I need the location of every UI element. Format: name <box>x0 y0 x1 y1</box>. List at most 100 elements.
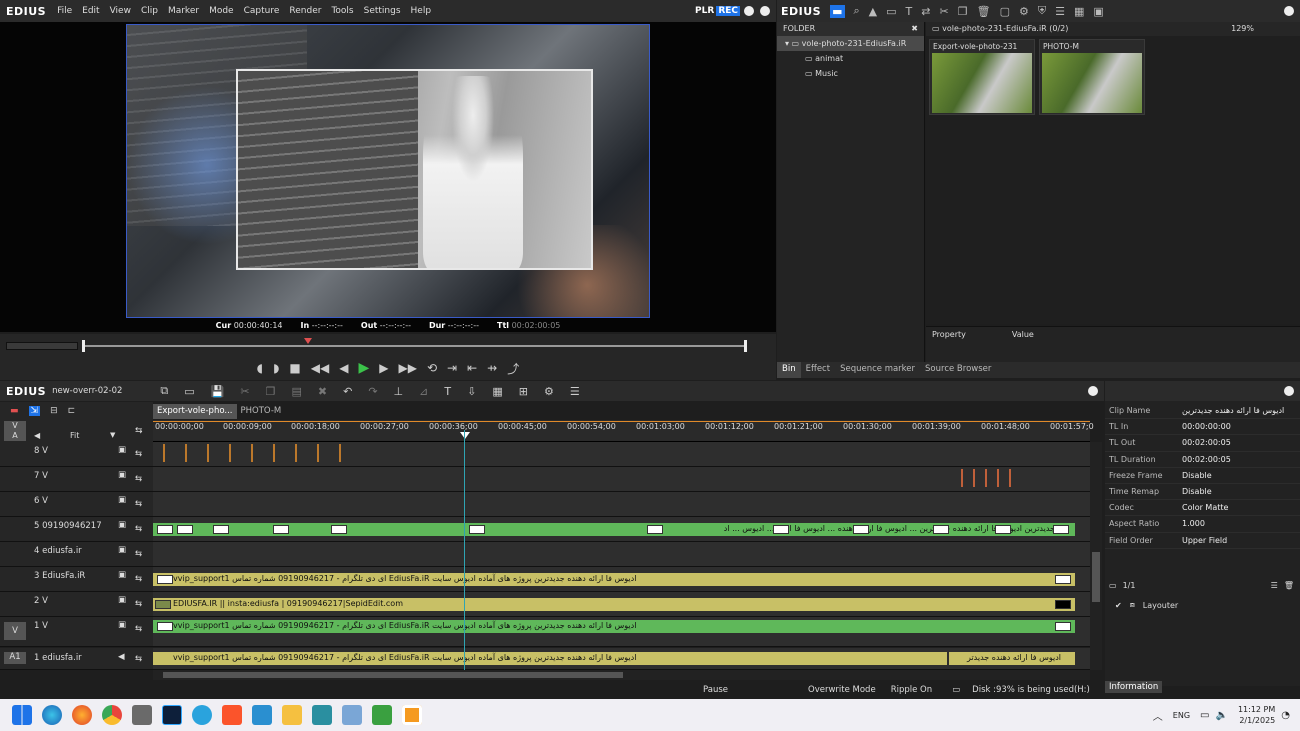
properties-icon[interactable]: ⚙ <box>1019 5 1029 18</box>
replace-icon[interactable]: ⇄ <box>921 5 930 18</box>
sync-icon[interactable]: ⇆ <box>135 574 142 584</box>
vertical-scrollbar[interactable] <box>1090 442 1102 670</box>
menu-clip[interactable]: Clip <box>136 6 163 16</box>
edius-taskbar-icon[interactable] <box>402 705 422 725</box>
clip-audio-b[interactable]: ادیوس فا ارائه دهنده جدیدتر <box>949 652 1075 665</box>
track-toggle-icon[interactable]: ▣ <box>118 470 126 480</box>
folder-view-icon[interactable]: ▬ <box>830 4 845 18</box>
render-icon[interactable]: ⇩ <box>467 385 476 398</box>
shield-icon[interactable]: ⛨ <box>1038 4 1046 18</box>
timeline-menu-icon[interactable]: ☰ <box>570 385 580 398</box>
info-close-icon[interactable] <box>1284 386 1294 396</box>
sync-icon[interactable]: ⇆ <box>135 524 142 534</box>
folder-item[interactable]: ▭ animat <box>777 51 924 66</box>
photos-icon[interactable] <box>342 705 362 725</box>
track-lane-8v[interactable] <box>153 442 1090 467</box>
stop-icon[interactable]: ■ <box>289 361 300 375</box>
track-header-6v[interactable]: 6 V ▣ ⇆ <box>0 492 153 517</box>
timeline-ruler[interactable]: 00:00:00;00 00:00:09;00 00:00:18;00 00:0… <box>153 420 1094 442</box>
paste-icon[interactable]: ▤ <box>291 385 301 398</box>
menu-capture[interactable]: Capture <box>239 6 285 16</box>
track-toggle-icon[interactable]: ▣ <box>118 570 126 580</box>
tab-source-browser[interactable]: Source Browser <box>920 362 996 378</box>
clip-green-title[interactable]: ادیوس فا ارائه دهنده جدیدترین پروژه های … <box>153 620 1075 633</box>
horizontal-scrollbar[interactable] <box>153 670 1090 680</box>
fast-forward-icon[interactable]: ▶▶ <box>398 361 416 375</box>
fit-left-icon[interactable]: ◀ <box>34 431 40 440</box>
display-icon[interactable]: ▢ <box>1000 5 1010 18</box>
save-icon[interactable]: 💾 <box>211 385 225 398</box>
firefox-icon[interactable] <box>72 705 92 725</box>
link-icon[interactable]: ⊟ <box>50 406 58 416</box>
clip-thumbnail[interactable]: Export-vole-photo-231 <box>929 39 1035 115</box>
seq-tab-photo[interactable]: PHOTO-M <box>237 404 286 419</box>
view-mode-icon[interactable]: ▦ <box>1074 5 1084 18</box>
track-header-5[interactable]: 5 09190946217 ▣ ⇆ <box>0 517 153 542</box>
trim-icon[interactable]: ⇸ <box>487 361 497 375</box>
menu-mode[interactable]: Mode <box>204 6 239 16</box>
position-bar[interactable] <box>82 345 746 347</box>
folder-item[interactable]: ▭ Music <box>777 66 924 81</box>
track-lane-a1[interactable]: ادیوس فا ارائه دهنده جدیدترین پروژه های … <box>153 648 1090 670</box>
ripple-icon[interactable]: ⊿ <box>419 385 428 398</box>
copy-icon[interactable]: ❐ <box>266 385 276 398</box>
layer-check-icon[interactable]: ✔ <box>1115 601 1122 610</box>
app-icon[interactable] <box>252 705 272 725</box>
menu-render[interactable]: Render <box>284 6 326 16</box>
title-icon[interactable]: T <box>444 385 451 398</box>
mixer-icon[interactable]: ▦ <box>492 385 502 398</box>
layer-delete-icon[interactable]: 🗑 <box>1284 581 1294 590</box>
tools-icon[interactable] <box>132 705 152 725</box>
rewind-icon[interactable]: ◀◀ <box>311 361 329 375</box>
status-overwrite[interactable]: Overwrite Mode <box>808 685 876 695</box>
fit-select[interactable]: Fit <box>70 431 79 440</box>
clip-audio-a[interactable]: ادیوس فا ارائه دهنده جدیدترین پروژه های … <box>153 652 947 665</box>
swap-icon[interactable]: ⇆ <box>135 426 143 436</box>
open-folder-icon[interactable]: ▭ <box>886 5 896 18</box>
track-lane-7v[interactable] <box>153 467 1090 492</box>
sync-icon[interactable]: ⇆ <box>135 449 142 459</box>
edge-icon[interactable] <box>42 705 62 725</box>
plr-label[interactable]: PLR <box>695 6 716 16</box>
menu-settings[interactable]: Settings <box>359 6 406 16</box>
redo-icon[interactable]: ↷ <box>368 385 377 398</box>
search-icon[interactable]: ⌕ <box>854 4 860 18</box>
status-ripple[interactable]: Ripple On <box>891 685 932 695</box>
up-folder-icon[interactable]: ▲ <box>869 5 877 18</box>
timeline-settings-icon[interactable]: ⚙ <box>544 385 554 398</box>
menu-file[interactable]: File <box>52 6 77 16</box>
jog-slider[interactable] <box>6 342 78 350</box>
tray-chevron-icon[interactable]: ︿ <box>1153 708 1163 723</box>
language-indicator[interactable]: ENG <box>1173 711 1190 720</box>
delete-icon[interactable]: ✖ <box>318 385 327 398</box>
export-icon[interactable]: ⤴ <box>507 360 519 377</box>
track-header-8v[interactable]: 8 V ▣ ⇆ <box>0 442 153 467</box>
track-lane-1v[interactable]: ادیوس فا ارائه دهنده جدیدترین پروژه های … <box>153 617 1090 647</box>
track-header-3[interactable]: 3 EdiusFa.iR ▣ ⇆ <box>0 567 153 592</box>
menu-marker[interactable]: Marker <box>163 6 204 16</box>
track-toggle-icon[interactable]: ▣ <box>118 520 126 530</box>
copy-icon[interactable]: ❐ <box>958 5 968 18</box>
loop-icon[interactable]: ⟲ <box>427 361 437 375</box>
telegram-icon[interactable] <box>192 705 212 725</box>
chrome-icon[interactable] <box>102 705 122 725</box>
sync-icon[interactable]: ⇆ <box>135 599 142 609</box>
group-icon[interactable]: ⊏ <box>68 406 76 416</box>
add-title-icon[interactable]: T <box>906 5 913 18</box>
close-icon[interactable] <box>760 6 770 16</box>
folder-root[interactable]: ▾ ▭ vole-photo-231-EdiusFa.iR <box>777 36 924 51</box>
set-in-icon[interactable]: ◖ <box>257 361 263 375</box>
track-lane-5[interactable]: جدیدترین ادیوس فا ارائه دهنده جدیدترین .… <box>153 517 1090 542</box>
snap-icon[interactable]: ⇲ <box>28 406 41 416</box>
play-icon[interactable]: ▶ <box>358 360 369 376</box>
sync-icon[interactable]: ⇆ <box>135 499 142 509</box>
menu-edit[interactable]: Edit <box>77 6 104 16</box>
photoshop-icon[interactable] <box>162 705 182 725</box>
cut-icon[interactable]: ✂ <box>940 5 949 18</box>
bin-zoom[interactable]: 129% <box>1231 24 1254 34</box>
split-icon[interactable]: ⊥ <box>394 385 404 398</box>
step-forward-icon[interactable]: ▶ <box>379 361 388 375</box>
network-icon[interactable]: ▭ <box>1200 710 1209 721</box>
track-toggle-icon[interactable]: ▣ <box>118 495 126 505</box>
position-marker[interactable] <box>304 338 312 344</box>
